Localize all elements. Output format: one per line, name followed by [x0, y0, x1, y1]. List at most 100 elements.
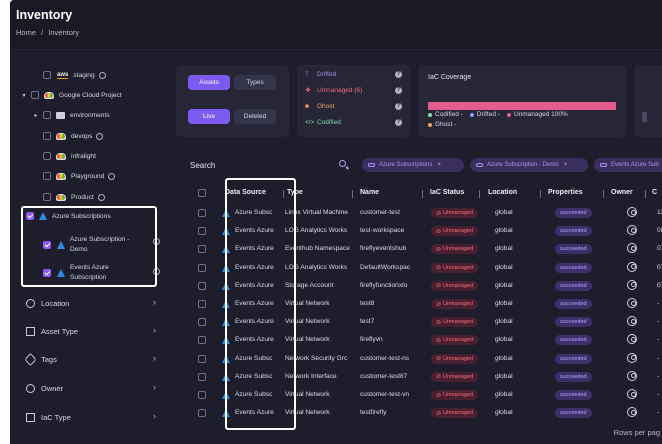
cell-last-column: -: [657, 318, 660, 326]
search-input[interactable]: Search: [190, 157, 354, 174]
row-checkbox[interactable]: [198, 336, 206, 345]
tree-item-staging[interactable]: aws staging: [43, 67, 106, 83]
checkbox[interactable]: [43, 152, 51, 160]
properties-badge[interactable]: succeeded: [555, 353, 592, 364]
owner-user-icon[interactable]: [627, 352, 637, 363]
filter-location[interactable]: Location ›: [26, 294, 156, 312]
status-codified[interactable]: </> Codified ?: [305, 116, 402, 128]
close-icon[interactable]: ×: [437, 162, 441, 168]
breadcrumb-home[interactable]: Home: [16, 28, 36, 37]
row-checkbox[interactable]: [198, 281, 206, 290]
row-checkbox[interactable]: [198, 318, 206, 327]
filter-owner[interactable]: Owner ›: [26, 379, 156, 397]
row-checkbox[interactable]: [198, 372, 206, 381]
column-header[interactable]: Owner: [611, 189, 633, 196]
live-toggle[interactable]: Live: [188, 109, 230, 124]
properties-badge[interactable]: succeeded: [555, 226, 592, 237]
owner-user-icon[interactable]: [627, 225, 637, 236]
cell-name[interactable]: fireflyeventshub: [360, 245, 426, 252]
checkbox[interactable]: [43, 111, 51, 119]
owner-user-icon[interactable]: [627, 389, 637, 399]
select-all-checkbox[interactable]: [198, 189, 206, 197]
cell-name[interactable]: customer-test87: [360, 373, 426, 380]
owner-user-icon[interactable]: [627, 279, 637, 290]
column-header[interactable]: Location: [488, 189, 517, 196]
search-icon[interactable]: [339, 160, 346, 167]
properties-badge[interactable]: succeeded: [555, 299, 592, 309]
status-drifted[interactable]: ᛉ Drifted ?: [305, 68, 402, 80]
column-header[interactable]: Properties: [548, 189, 583, 196]
help-icon[interactable]: ?: [395, 118, 402, 126]
owner-user-icon[interactable]: [627, 370, 637, 381]
checkbox[interactable]: [43, 71, 51, 79]
tree-item-product[interactable]: Product: [43, 189, 105, 205]
properties-badge[interactable]: succeeded: [555, 208, 592, 218]
row-checkbox[interactable]: [198, 391, 206, 399]
caret-down-icon[interactable]: ▾: [20, 92, 28, 99]
properties-badge[interactable]: succeeded: [555, 317, 592, 328]
assets-toggle[interactable]: Assets: [188, 75, 230, 90]
cell-name[interactable]: test7: [360, 318, 426, 325]
row-checkbox[interactable]: [198, 245, 206, 254]
close-icon[interactable]: ×: [564, 162, 568, 168]
checkbox[interactable]: [31, 91, 39, 99]
cell-name[interactable]: customer-test-vn: [360, 391, 426, 398]
properties-badge[interactable]: succeeded: [555, 244, 592, 255]
filter-tags[interactable]: Tags ›: [24, 350, 156, 368]
properties-badge[interactable]: succeeded: [555, 371, 592, 382]
tree-item-infralight[interactable]: infralight: [43, 148, 96, 164]
owner-user-icon[interactable]: [627, 243, 637, 254]
owner-user-icon[interactable]: [627, 298, 637, 308]
owner-user-icon[interactable]: [627, 316, 637, 327]
cell-name[interactable]: fireflyvn: [360, 336, 426, 343]
properties-badge[interactable]: succeeded: [555, 335, 592, 346]
row-checkbox[interactable]: [198, 209, 206, 217]
properties-badge[interactable]: succeeded: [555, 408, 592, 419]
checkbox[interactable]: [43, 193, 51, 201]
row-checkbox[interactable]: [198, 227, 206, 236]
tree-item-playground[interactable]: Playground: [43, 168, 116, 184]
owner-user-icon[interactable]: [627, 407, 637, 418]
row-checkbox[interactable]: [198, 354, 206, 363]
cell-name[interactable]: fireflyfunctionxlo: [360, 282, 426, 289]
card-icon: [642, 112, 647, 122]
owner-user-icon[interactable]: [627, 207, 637, 217]
cell-name[interactable]: customer-test-ns: [360, 355, 426, 362]
status-unmanaged[interactable]: ❖ Unmanaged (6) ?: [305, 84, 402, 96]
checkbox[interactable]: [43, 132, 51, 140]
coverage-bar-unmanaged[interactable]: [428, 102, 616, 110]
status-ghost[interactable]: ■ Ghost ?: [305, 100, 402, 112]
filter-chip-azure-subscription-demo[interactable]: Azure Subscription - Demo ×: [470, 158, 588, 172]
cell-name[interactable]: test8: [360, 300, 426, 307]
cell-name[interactable]: customer-test: [360, 209, 426, 216]
column-header[interactable]: C: [652, 189, 657, 196]
cell-name[interactable]: testfirefly: [360, 409, 426, 416]
owner-user-icon[interactable]: [627, 334, 637, 345]
tree-item-environments[interactable]: ▸ environments: [32, 107, 110, 123]
deleted-toggle[interactable]: Deleted: [234, 109, 276, 124]
help-icon[interactable]: ?: [395, 86, 402, 94]
properties-badge[interactable]: succeeded: [555, 280, 592, 291]
filter-chip-events-azure-sub[interactable]: Events Azure Sub: [594, 158, 662, 172]
column-header[interactable]: IaC Status: [430, 189, 464, 196]
help-icon[interactable]: ?: [395, 70, 402, 78]
row-checkbox[interactable]: [198, 300, 206, 308]
properties-badge[interactable]: succeeded: [555, 262, 592, 273]
cell-name[interactable]: DefaultWorkspac: [360, 264, 426, 271]
row-checkbox[interactable]: [198, 263, 206, 272]
clock-icon: [96, 132, 104, 140]
owner-user-icon[interactable]: [627, 261, 637, 272]
tree-item-devops[interactable]: devops: [43, 128, 104, 144]
cell-name[interactable]: test-workspace: [360, 227, 426, 234]
properties-badge[interactable]: succeeded: [555, 390, 592, 400]
help-icon[interactable]: ?: [395, 102, 402, 110]
tree-item-google-cloud-project[interactable]: ▾ Google Cloud Project: [20, 87, 122, 103]
checkbox[interactable]: [43, 172, 51, 180]
filter-asset-type[interactable]: Asset Type ›: [26, 322, 156, 340]
filter-iac-type[interactable]: IaC Type ›: [26, 408, 156, 426]
row-checkbox[interactable]: [198, 409, 206, 418]
filter-chip-azure-subscriptions[interactable]: Azure Subscriptions ×: [362, 158, 464, 172]
types-toggle[interactable]: Types: [234, 75, 276, 90]
column-header[interactable]: Name: [360, 189, 379, 196]
caret-right-icon[interactable]: ▸: [32, 112, 40, 119]
